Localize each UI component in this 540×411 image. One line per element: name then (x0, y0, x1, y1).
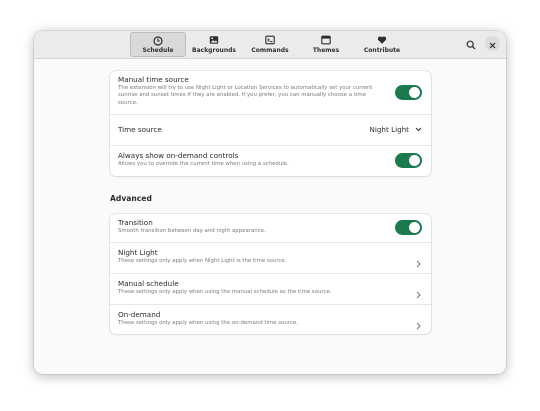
tab-commands[interactable]: Commands (242, 31, 298, 57)
window-icon (321, 35, 331, 46)
chevron-right-icon (416, 253, 421, 272)
night-light-row[interactable]: Night Light These settings only apply wh… (110, 242, 431, 274)
manual-time-source-row: Manual time source The extension will tr… (110, 71, 431, 115)
time-source-row[interactable]: Time source Night Light (110, 114, 431, 146)
transition-switch[interactable] (395, 220, 422, 235)
time-source-dropdown[interactable]: Night Light (369, 125, 422, 134)
manual-schedule-description: These settings only apply when using the… (118, 289, 332, 295)
manual-time-source-title: Manual time source (118, 75, 189, 84)
on-demand-description: These settings only apply when using the… (118, 320, 298, 326)
close-icon (489, 34, 496, 53)
night-light-description: These settings only apply when Night Lig… (118, 258, 287, 264)
tab-themes-label: Themes (312, 46, 340, 54)
manual-time-source-switch[interactable] (395, 85, 422, 100)
clock-icon (153, 35, 163, 46)
on-demand-controls-title: Always show on-demand controls (118, 151, 239, 160)
on-demand-controls-description: Allows you to override the current time … (118, 161, 289, 167)
tab-commands-label: Commands (251, 46, 289, 54)
switch-knob (409, 87, 420, 98)
close-button[interactable] (485, 36, 500, 51)
on-demand-title: On-demand (118, 310, 161, 319)
on-demand-controls-row: Always show on-demand controls Allows yo… (110, 145, 431, 176)
transition-title: Transition (118, 218, 153, 227)
header-bar: Schedule Backgrounds Commands Themes Con… (34, 31, 506, 59)
manual-schedule-row[interactable]: Manual schedule These settings only appl… (110, 273, 431, 305)
manual-time-source-description: The extension will try to use Night Ligh… (118, 85, 373, 106)
time-source-value: Night Light (369, 125, 409, 134)
search-icon (466, 35, 476, 54)
chevron-down-icon (415, 125, 422, 134)
terminal-icon (265, 35, 275, 46)
switch-knob (409, 155, 420, 166)
chevron-right-icon (416, 315, 421, 334)
advanced-heading: Advanced (110, 194, 152, 203)
tab-backgrounds[interactable]: Backgrounds (186, 31, 242, 57)
tab-contribute[interactable]: Contribute (354, 31, 410, 57)
tab-schedule[interactable]: Schedule (130, 32, 186, 57)
on-demand-row[interactable]: On-demand These settings only apply when… (110, 304, 431, 334)
transition-row: Transition Smooth transition between day… (110, 214, 431, 243)
on-demand-controls-switch[interactable] (395, 153, 422, 168)
switch-knob (409, 222, 420, 233)
night-light-title: Night Light (118, 248, 158, 257)
manual-schedule-title: Manual schedule (118, 279, 179, 288)
transition-description: Smooth transition between day and night … (118, 228, 266, 234)
preferences-window: Schedule Backgrounds Commands Themes Con… (34, 31, 506, 374)
search-button[interactable] (464, 37, 478, 51)
tab-backgrounds-label: Backgrounds (192, 46, 236, 54)
tab-contribute-label: Contribute (363, 46, 401, 54)
tab-themes[interactable]: Themes (298, 31, 354, 57)
time-source-title: Time source (118, 125, 162, 134)
advanced-group: Transition Smooth transition between day… (110, 214, 431, 334)
image-icon (209, 35, 219, 46)
time-source-group: Manual time source The extension will tr… (110, 71, 431, 176)
chevron-right-icon (416, 284, 421, 303)
tab-schedule-label: Schedule (142, 47, 174, 54)
heart-icon (377, 35, 387, 46)
